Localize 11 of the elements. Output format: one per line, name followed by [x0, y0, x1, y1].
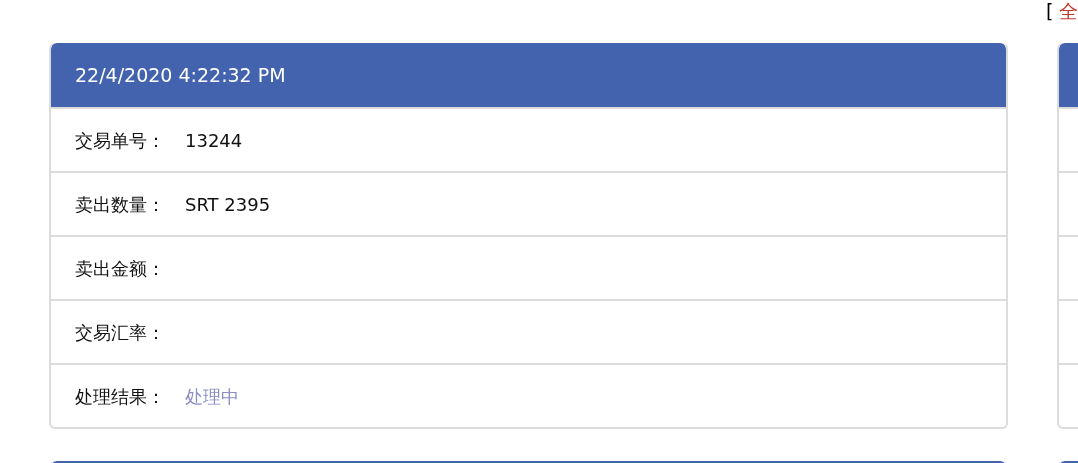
field-value: SRT 2395 — [185, 192, 271, 217]
field-label: 处理结果： — [75, 384, 166, 409]
card-header: 22/4/2020 4:22:32 PM — [51, 43, 1006, 107]
field-label: 交易单号： — [75, 128, 166, 153]
field-value: 13244 — [185, 128, 243, 153]
status-value: 处理中 — [185, 384, 239, 409]
field-label: 卖出数量： — [75, 192, 166, 217]
field-label: 交易汇率： — [75, 320, 166, 345]
field-label: 卖出金额： — [75, 256, 166, 281]
bracket-text: [ — [1046, 0, 1054, 22]
all-link[interactable]: 全 — [1059, 0, 1078, 22]
